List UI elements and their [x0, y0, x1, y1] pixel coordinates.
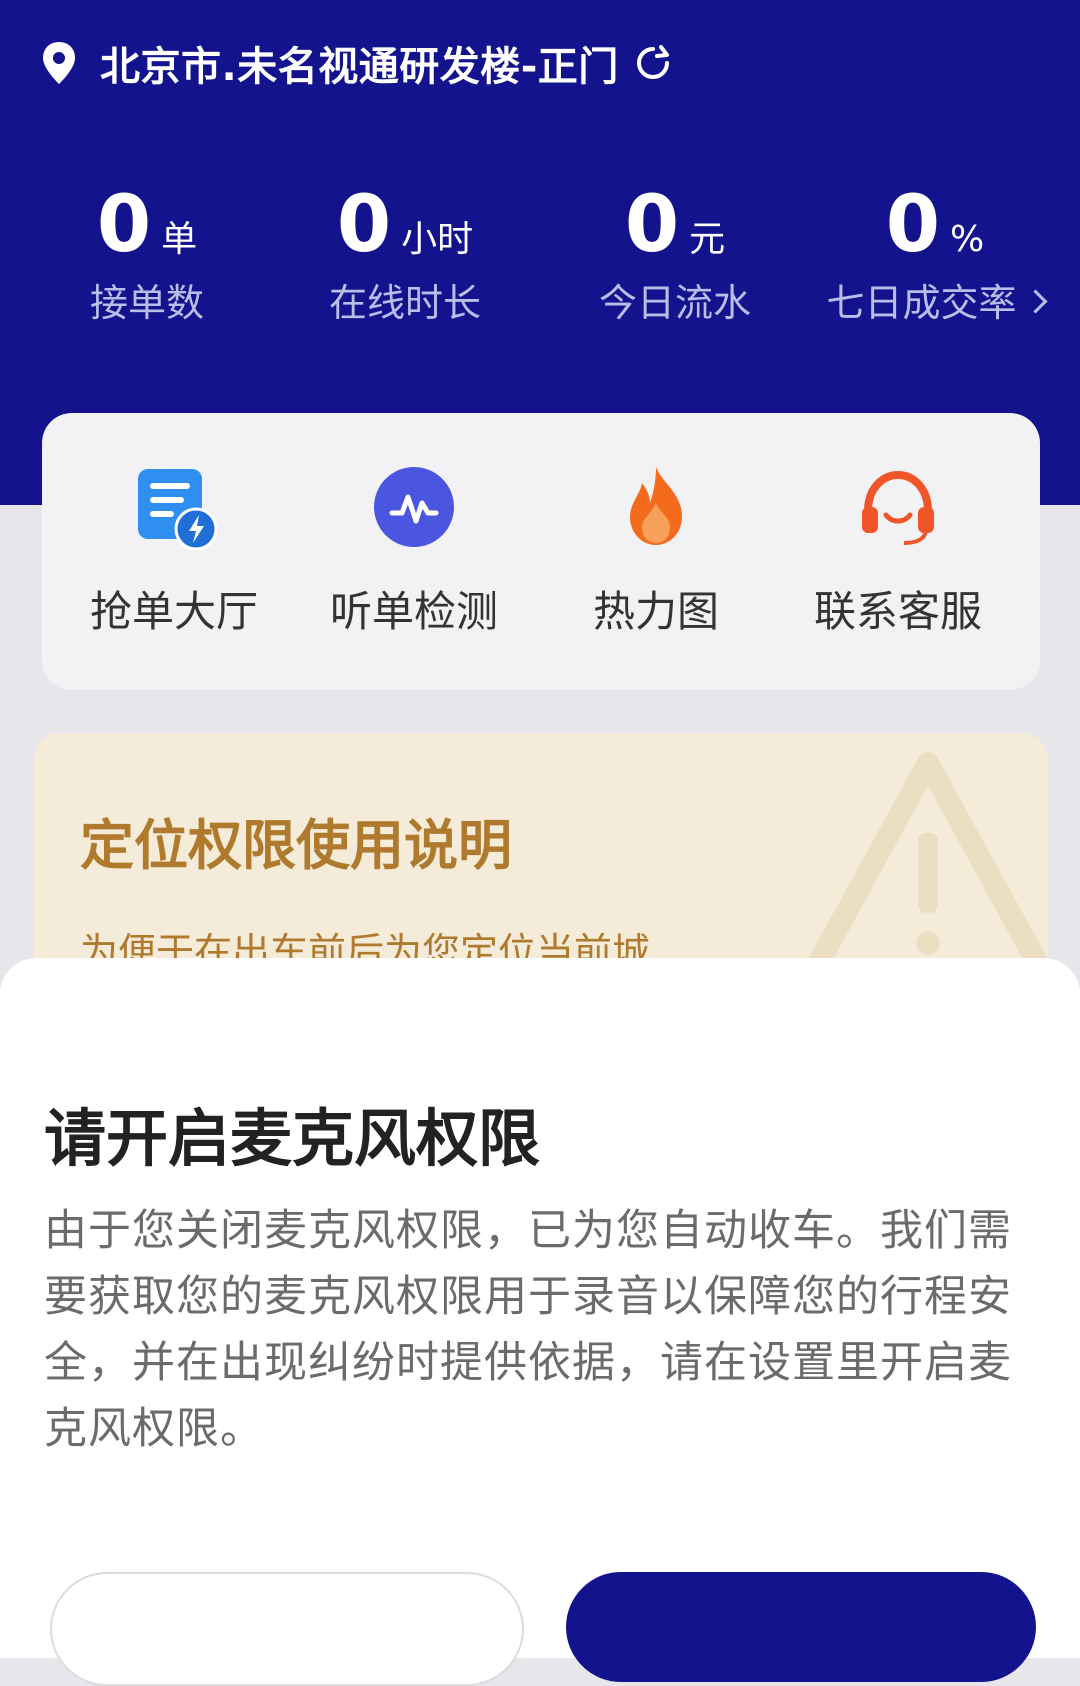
quick-action-label: 听单检测: [329, 587, 498, 636]
stat-value: 0: [624, 180, 680, 270]
microphone-permission-dialog: 请开启麦克风权限 由于您关闭麦克风权限，已为您自动收车。我们需要获取您的麦克风权…: [0, 958, 1080, 1686]
chevron-right-icon: [1022, 289, 1048, 314]
location-text: 北京市.未名视通研发楼-正门: [100, 44, 619, 90]
quick-actions-card: 抢单大厅 听单检测 热力图 联系客服: [42, 413, 1040, 690]
quick-action-label: 热力图: [592, 587, 719, 636]
stat-label: 接单数: [89, 281, 204, 325]
stat-unit: 小时: [401, 219, 474, 260]
stat-seven-day-rate[interactable]: 0% 七日成交率: [800, 170, 1070, 330]
stat-online-hours: 0 小时 在线时长: [270, 170, 540, 330]
quick-action-listen-test[interactable]: 听单检测: [294, 413, 534, 690]
flame-icon: [630, 467, 682, 545]
dialog-body: 由于您关闭麦克风权限，已为您自动收车。我们需要获取您的麦克风权限用于录音以保障您…: [44, 1206, 1012, 1454]
stat-today-revenue: 0元 今日流水: [540, 170, 810, 330]
quick-action-heatmap[interactable]: 热力图: [536, 413, 776, 690]
notice-title: 定位权限使用说明: [80, 814, 512, 877]
quick-action-order-hall[interactable]: 抢单大厅: [54, 413, 294, 690]
dialog-title: 请开启麦克风权限: [44, 1102, 541, 1175]
audio-wave-icon: [374, 467, 454, 547]
location-pin-icon: [43, 42, 75, 84]
stat-label: 今日流水: [598, 281, 751, 325]
stat-unit: 单: [161, 219, 198, 260]
stats-row: 0单 接单数 0 小时 在线时长 0元 今日流水 0% 七日成交率: [0, 170, 1080, 330]
stat-label: 在线时长: [328, 281, 481, 325]
stat-value: 0: [96, 180, 152, 270]
stat-label: 七日成交率: [800, 272, 1070, 327]
stat-unit: %: [950, 219, 985, 260]
stat-unit: 元: [689, 219, 726, 260]
stat-label-text: 七日成交率: [826, 281, 1017, 325]
quick-action-label: 抢单大厅: [89, 587, 258, 636]
stat-orders: 0单 接单数: [12, 170, 282, 330]
cancel-button[interactable]: [50, 1572, 524, 1686]
go-to-settings-button[interactable]: [566, 1572, 1036, 1682]
refresh-icon[interactable]: [633, 43, 673, 83]
stat-value: 0: [336, 180, 392, 270]
quick-action-customer-service[interactable]: 联系客服: [778, 413, 1018, 690]
quick-action-label: 联系客服: [813, 587, 982, 636]
headset-icon: [862, 470, 934, 545]
stat-value: 0: [885, 180, 941, 270]
location-bar[interactable]: 北京市.未名视通研发楼-正门: [40, 36, 673, 90]
order-hall-icon: [138, 469, 218, 551]
